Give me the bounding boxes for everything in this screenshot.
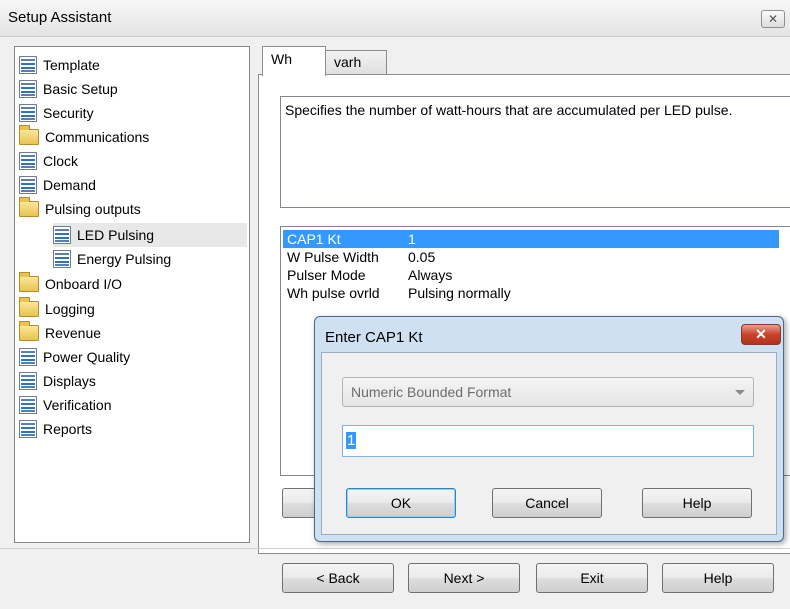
document-icon <box>19 348 37 366</box>
tree-item-revenue[interactable]: Revenue <box>19 321 101 345</box>
folder-icon <box>19 197 39 217</box>
back-button-label: < Back <box>316 570 360 586</box>
document-icon <box>19 176 37 194</box>
enter-value-dialog: Enter CAP1 Kt ✕ Numeric Bounded Format 1… <box>314 316 784 542</box>
tree-item-onboard-io[interactable]: Onboard I/O <box>19 272 122 296</box>
tree-item-label: Demand <box>43 177 96 193</box>
property-row-pulser-mode[interactable]: Pulser Mode Always <box>283 266 779 284</box>
document-icon <box>53 226 71 244</box>
document-icon <box>19 396 37 414</box>
tree-item-demand[interactable]: Demand <box>19 173 96 197</box>
property-name: Pulser Mode <box>287 267 366 283</box>
tree-item-energy-pulsing[interactable]: Energy Pulsing <box>53 247 171 271</box>
tree-item-communications[interactable]: Communications <box>19 125 149 149</box>
property-row-w-pulse-width[interactable]: W Pulse Width 0.05 <box>283 248 779 266</box>
document-icon <box>19 80 37 98</box>
property-value: Always <box>408 267 453 283</box>
folder-icon <box>19 321 39 341</box>
description-box: Specifies the number of watt-hours that … <box>280 96 790 208</box>
tree-item-label: Verification <box>43 397 112 413</box>
close-icon: ✕ <box>755 326 767 342</box>
property-row-wh-pulse-ovrld[interactable]: Wh pulse ovrld Pulsing normally <box>283 284 779 302</box>
tree-item-logging[interactable]: Logging <box>19 297 95 321</box>
window-title: Setup Assistant <box>8 9 112 26</box>
tree-item-label: Displays <box>43 373 96 389</box>
cancel-button[interactable]: Cancel <box>492 488 602 518</box>
value-input[interactable]: 1 <box>342 425 754 457</box>
exit-button-label: Exit <box>580 570 604 586</box>
dialog-body: Numeric Bounded Format 1 OK Cancel Help <box>321 352 777 535</box>
document-icon <box>19 420 37 438</box>
dialog-help-button-label: Help <box>682 495 712 511</box>
dialog-title: Enter CAP1 Kt <box>325 329 423 346</box>
chevron-down-icon <box>735 390 745 395</box>
tree-item-label: Onboard I/O <box>45 276 123 292</box>
tab-wh[interactable]: Wh <box>262 46 326 76</box>
next-button-label: Next > <box>443 570 485 586</box>
tab-label: Wh <box>271 51 292 67</box>
exit-button[interactable]: Exit <box>536 563 648 593</box>
navigation-tree[interactable]: Template Basic Setup Security Communicat… <box>14 46 250 543</box>
cancel-button-label: Cancel <box>525 495 569 511</box>
tree-item-label: Pulsing outputs <box>45 201 141 217</box>
document-icon <box>19 372 37 390</box>
tab-varh[interactable]: varh <box>325 50 387 74</box>
tree-item-verification[interactable]: Verification <box>19 393 111 417</box>
value-input-text: 1 <box>346 432 357 449</box>
property-row-cap1-kt[interactable]: CAP1 Kt 1 <box>283 230 779 248</box>
tree-item-label: Template <box>43 57 100 73</box>
tree-item-basic-setup[interactable]: Basic Setup <box>19 77 118 101</box>
tab-label: varh <box>334 54 362 70</box>
property-value: Pulsing normally <box>408 285 511 301</box>
tree-item-label: Basic Setup <box>43 81 118 97</box>
folder-icon <box>19 125 39 145</box>
tree-item-label: Reports <box>43 421 93 437</box>
property-value: 1 <box>408 231 416 247</box>
tree-item-label: Clock <box>43 153 79 169</box>
tree-item-label: LED Pulsing <box>77 227 155 243</box>
dialog-help-button[interactable]: Help <box>642 488 752 518</box>
format-dropdown[interactable]: Numeric Bounded Format <box>342 377 754 407</box>
footer-divider <box>0 548 790 549</box>
tree-item-power-quality[interactable]: Power Quality <box>19 345 130 369</box>
property-name: Wh pulse ovrld <box>287 285 380 301</box>
tree-item-label: Energy Pulsing <box>77 251 172 267</box>
dialog-close-button[interactable]: ✕ <box>741 324 781 345</box>
tree-item-label: Revenue <box>45 325 102 341</box>
property-name: CAP1 Kt <box>287 231 341 247</box>
tree-item-clock[interactable]: Clock <box>19 149 78 173</box>
window-close-button[interactable]: ✕ <box>761 10 785 28</box>
tree-item-security[interactable]: Security <box>19 101 94 125</box>
tree-item-pulsing-outputs[interactable]: Pulsing outputs <box>19 197 141 221</box>
back-button[interactable]: < Back <box>282 563 394 593</box>
tree-item-reports[interactable]: Reports <box>19 417 92 441</box>
format-dropdown-value: Numeric Bounded Format <box>351 384 512 400</box>
ok-button-label: OK <box>390 495 412 511</box>
document-icon <box>53 250 71 268</box>
property-value: 0.05 <box>408 249 436 265</box>
next-button[interactable]: Next > <box>408 563 520 593</box>
tree-item-label: Logging <box>45 301 95 317</box>
document-icon <box>19 152 37 170</box>
tree-item-displays[interactable]: Displays <box>19 369 96 393</box>
folder-icon <box>19 272 39 292</box>
tree-item-label: Communications <box>45 129 150 145</box>
tree-item-led-pulsing[interactable]: LED Pulsing <box>53 223 247 247</box>
help-button-label: Help <box>703 570 733 586</box>
property-name: W Pulse Width <box>287 249 379 265</box>
tree-item-label: Security <box>43 105 94 121</box>
ok-button[interactable]: OK <box>346 488 456 518</box>
help-button[interactable]: Help <box>662 563 774 593</box>
title-bar: Setup Assistant ✕ <box>0 0 790 37</box>
document-icon <box>19 104 37 122</box>
document-icon <box>19 56 37 74</box>
folder-icon <box>19 297 39 317</box>
tree-item-template[interactable]: Template <box>19 53 100 77</box>
close-icon: ✕ <box>767 12 779 26</box>
tree-item-label: Power Quality <box>43 349 131 365</box>
